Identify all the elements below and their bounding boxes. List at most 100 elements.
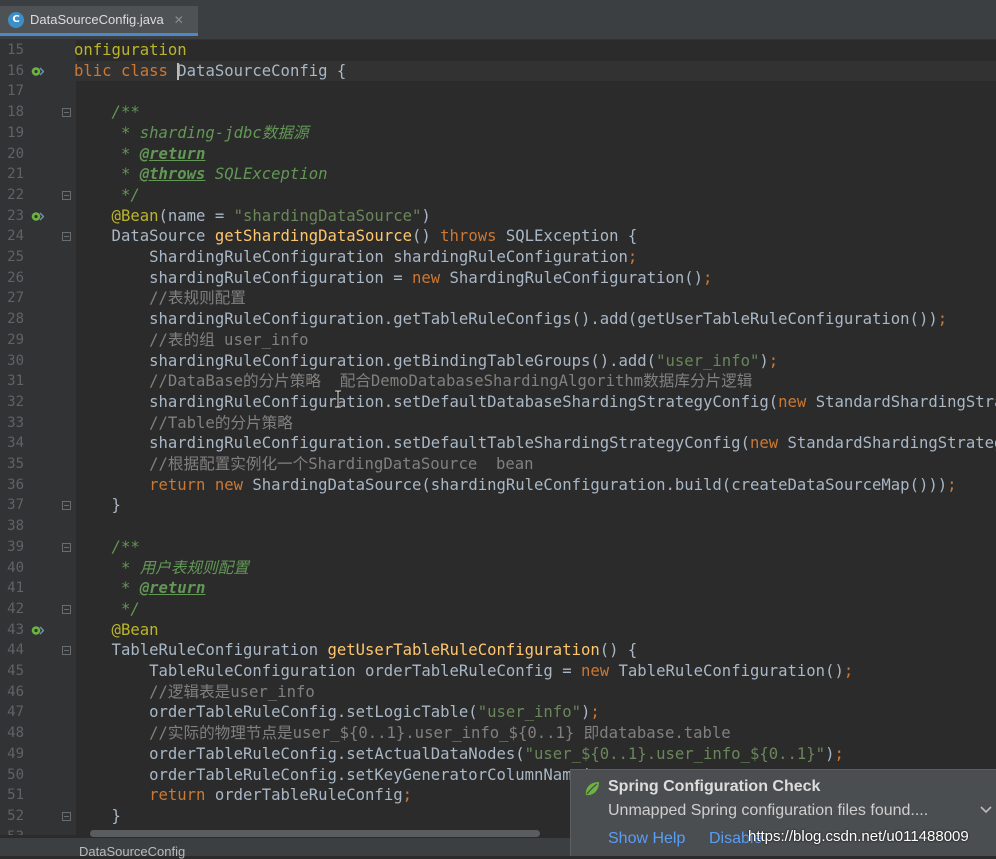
- horizontal-scrollbar[interactable]: [90, 830, 540, 837]
- code-text: orderTableRuleConfig.setActualDataNodes(…: [74, 744, 844, 765]
- code-line[interactable]: 42 */: [0, 599, 996, 620]
- spring-bean-gutter-icon[interactable]: [31, 625, 44, 636]
- code-line[interactable]: 32 shardingRuleConfiguration.setDefaultD…: [0, 392, 996, 413]
- notification-title: Spring Configuration Check: [608, 778, 821, 795]
- code-text: shardingRuleConfiguration.getBindingTabl…: [74, 351, 778, 372]
- code-line[interactable]: 44 TableRuleConfiguration getUserTableRu…: [0, 640, 996, 661]
- tab-datasourceconfig[interactable]: C DataSourceConfig.java ✕: [0, 6, 198, 36]
- code-token: ;: [768, 351, 779, 370]
- fold-marker-icon[interactable]: [62, 646, 71, 656]
- code-line[interactable]: 29 //表的组 user_info: [0, 330, 996, 351]
- code-token: //DataBase的分片策略 配合DemoDatabaseShardingAl…: [74, 372, 753, 391]
- code-line[interactable]: 40 * 用户表规则配置: [0, 558, 996, 579]
- code-editor[interactable]: 15 onfiguration 16 blic class DataSourceCon…: [0, 40, 996, 835]
- line-number: 16: [7, 62, 24, 79]
- code-line[interactable]: 33 //Table的分片策略: [0, 413, 996, 434]
- code-token: TableRuleConfiguration: [74, 641, 328, 660]
- code-line[interactable]: 20 * @return: [0, 144, 996, 165]
- code-line[interactable]: 37 }: [0, 495, 996, 516]
- fold-marker-icon[interactable]: [62, 190, 71, 200]
- line-number: 29: [7, 331, 24, 348]
- spring-bean-gutter-icon[interactable]: [31, 66, 44, 77]
- code-token: shardingRuleConfiguration.setDefaultTabl…: [74, 434, 750, 453]
- code-text: * @throws SQLException: [74, 164, 328, 185]
- code-line[interactable]: 25 ShardingRuleConfiguration shardingRul…: [0, 247, 996, 268]
- text-cursor-icon: [335, 390, 341, 408]
- code-line[interactable]: 35 //根据配置实例化一个ShardingDataSource bean: [0, 454, 996, 475]
- fold-marker-icon[interactable]: [62, 501, 71, 511]
- fold-marker-icon[interactable]: [62, 108, 71, 118]
- code-text: TableRuleConfiguration orderTableRuleCon…: [74, 661, 853, 682]
- fold-marker-icon[interactable]: [62, 811, 71, 821]
- code-line[interactable]: 38: [0, 516, 996, 537]
- line-number: 41: [7, 580, 24, 597]
- spring-leaf-icon: [585, 782, 599, 796]
- spring-bean-gutter-icon[interactable]: [31, 211, 44, 222]
- code-text: blic class DataSourceConfig {: [74, 61, 346, 82]
- close-icon[interactable]: ✕: [174, 13, 184, 27]
- code-text: shardingRuleConfiguration.setDefaultData…: [74, 392, 996, 413]
- code-token: new: [580, 662, 619, 680]
- code-token: ;: [834, 744, 844, 763]
- code-line[interactable]: 22 */: [0, 185, 996, 206]
- fold-marker-icon[interactable]: [62, 542, 71, 552]
- show-help-link[interactable]: Show Help: [608, 830, 685, 848]
- code-line[interactable]: 49 orderTableRuleConfig.setActualDataNod…: [0, 744, 996, 765]
- code-line[interactable]: 24 DataSource getShardingDataSource() th…: [0, 226, 996, 247]
- chevron-down-icon[interactable]: [979, 802, 993, 816]
- code-line[interactable]: 41 * @return: [0, 578, 996, 599]
- code-token: }: [74, 496, 121, 515]
- code-line[interactable]: 23 @Bean(name = "shardingDataSource"): [0, 206, 996, 227]
- fold-marker-icon[interactable]: [62, 232, 71, 242]
- line-number: 38: [7, 518, 24, 535]
- code-line[interactable]: 47 orderTableRuleConfig.setLogicTable("u…: [0, 702, 996, 723]
- code-line[interactable]: 19 * sharding-jdbc数据源: [0, 123, 996, 144]
- code-line[interactable]: 48 //实际的物理节点是user_${0..1}.user_info_${0.…: [0, 723, 996, 744]
- code-text: TableRuleConfiguration getUserTableRuleC…: [74, 640, 638, 661]
- code-text: //DataBase的分片策略 配合DemoDatabaseShardingAl…: [74, 371, 752, 392]
- line-number: 36: [7, 476, 24, 493]
- code-line[interactable]: 30 shardingRuleConfiguration.getBindingT…: [0, 351, 996, 372]
- code-token: return new: [74, 475, 253, 494]
- code-token: TableRuleConfiguration(): [618, 662, 844, 680]
- code-line[interactable]: 26 shardingRuleConfiguration = new Shard…: [0, 268, 996, 289]
- code-line[interactable]: 46 //逻辑表是user_info: [0, 682, 996, 703]
- code-text: @Bean: [74, 620, 159, 641]
- code-token: */: [74, 185, 140, 204]
- code-token: () {: [599, 641, 638, 660]
- code-line[interactable]: 28 shardingRuleConfiguration.getTableRul…: [0, 309, 996, 330]
- code-token: "shardingDataSource": [233, 206, 422, 225]
- code-line[interactable]: 45 TableRuleConfiguration orderTableRule…: [0, 661, 996, 682]
- line-number: 21: [7, 166, 24, 183]
- code-token: (name =: [158, 206, 234, 225]
- code-token: TableRuleConfiguration orderTableRuleCon…: [74, 662, 581, 680]
- line-number: 15: [7, 42, 24, 58]
- code-line[interactable]: 27 //表规则配置: [0, 288, 996, 309]
- code-text: //实际的物理节点是user_${0..1}.user_info_${0..1}…: [74, 723, 731, 744]
- code-text: /**: [74, 537, 140, 558]
- code-line[interactable]: 15 onfiguration: [0, 40, 996, 61]
- line-number: 19: [7, 124, 24, 141]
- code-token: ShardingRuleConfiguration(): [449, 268, 704, 287]
- code-token: shardingRuleConfiguration.setDefaultData…: [74, 392, 779, 411]
- code-token: (): [411, 227, 441, 246]
- code-line[interactable]: 31 //DataBase的分片策略 配合DemoDatabaseShardin…: [0, 371, 996, 392]
- line-number: 51: [7, 787, 24, 804]
- code-line[interactable]: 16 blic class DataSourceConfig {: [0, 61, 996, 82]
- code-token: ShardingRuleConfiguration shardingRuleCo…: [74, 248, 628, 266]
- code-line[interactable]: 39 /**: [0, 537, 996, 558]
- fold-marker-icon[interactable]: [62, 604, 71, 614]
- code-line[interactable]: 18 /**: [0, 102, 996, 123]
- breadcrumb[interactable]: DataSourceConfig: [79, 844, 185, 859]
- code-line[interactable]: 43 @Bean: [0, 620, 996, 641]
- code-token: @throws: [139, 165, 206, 184]
- code-text: }: [74, 495, 121, 516]
- code-line[interactable]: 17: [0, 81, 996, 102]
- code-line[interactable]: 36 return new ShardingDataSource(shardin…: [0, 475, 996, 496]
- code-line[interactable]: 34 shardingRuleConfiguration.setDefaultT…: [0, 433, 996, 454]
- line-number: 24: [7, 228, 24, 245]
- code-line[interactable]: 21 * @throws SQLException: [0, 164, 996, 185]
- watermark-text: https://blog.csdn.net/u011488009: [748, 828, 969, 845]
- line-number: 49: [7, 745, 24, 762]
- line-number: 43: [7, 621, 24, 638]
